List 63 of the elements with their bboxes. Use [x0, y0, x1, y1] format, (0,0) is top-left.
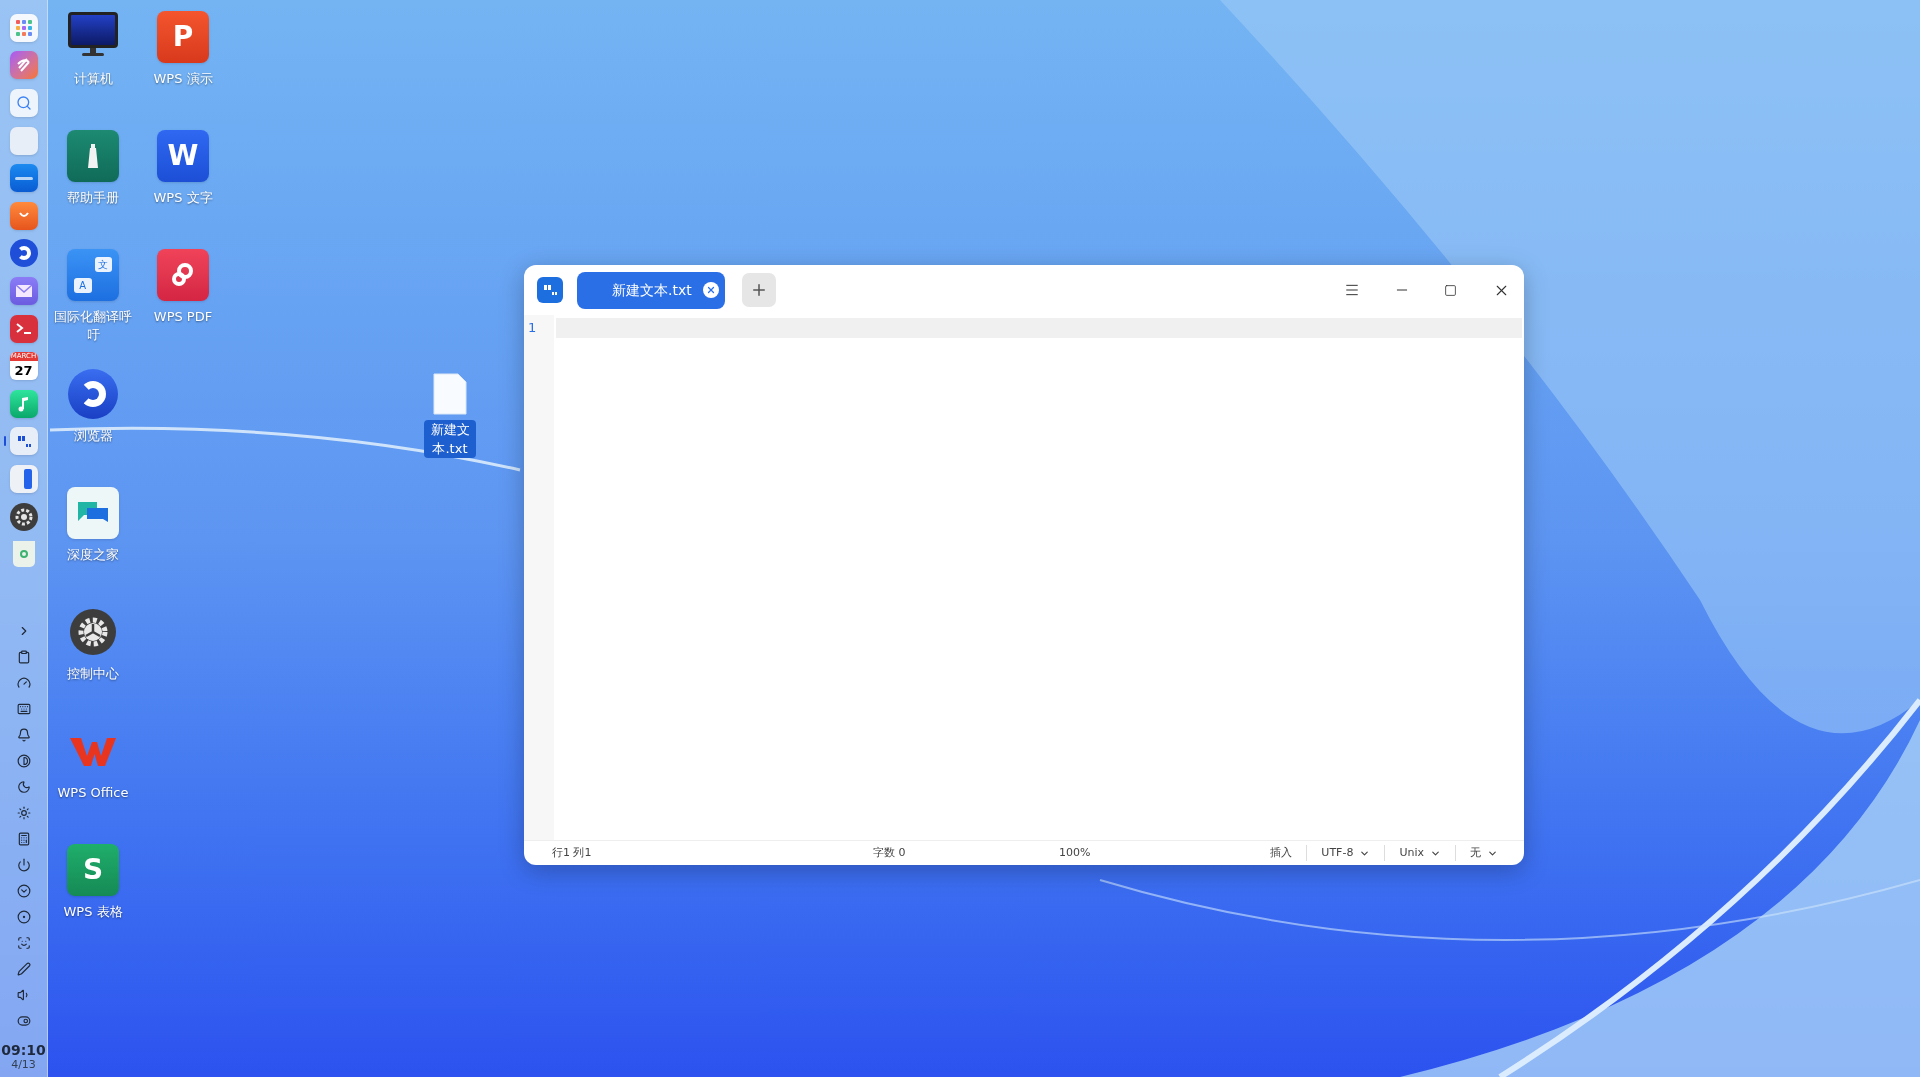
- plus-icon: [750, 281, 768, 299]
- status-text: 字数 0: [873, 844, 906, 861]
- search-icon[interactable]: [9, 89, 38, 117]
- status-text: 100%: [1059, 844, 1091, 861]
- lighthouse-icon[interactable]: [67, 130, 119, 182]
- chevron-circle-icon[interactable]: [16, 883, 31, 898]
- toggle-icon[interactable]: [16, 1013, 31, 1028]
- menu-icon[interactable]: [1344, 282, 1360, 298]
- document-icon[interactable]: [432, 372, 468, 416]
- desktop-icon-label[interactable]: WPS PDF: [139, 308, 227, 326]
- keyboard-icon[interactable]: [16, 701, 31, 716]
- bell-icon[interactable]: [16, 727, 31, 742]
- record-icon[interactable]: [16, 909, 31, 924]
- chat-bubbles-icon[interactable]: [67, 487, 119, 539]
- file-label[interactable]: 新建文本.txt: [424, 420, 476, 458]
- brightness-icon[interactable]: [16, 805, 31, 820]
- line-number: 1: [528, 319, 538, 337]
- moon-icon[interactable]: [16, 779, 31, 794]
- pen-icon[interactable]: [16, 961, 31, 976]
- translate-icon[interactable]: 文 A: [67, 249, 119, 301]
- swirl-app-icon[interactable]: [9, 51, 38, 80]
- status-dropdown[interactable]: UTF-8: [1321, 844, 1371, 862]
- close-tab-icon[interactable]: [703, 282, 719, 298]
- settings-icon[interactable]: [9, 502, 38, 531]
- pdf-app-icon[interactable]: [157, 249, 209, 301]
- screenshot-icon[interactable]: [16, 935, 31, 950]
- browser-icon[interactable]: [68, 369, 118, 419]
- file-tab[interactable]: 新建文本.txt: [577, 271, 725, 309]
- desktop-icon-label[interactable]: 控制中心: [49, 665, 137, 683]
- power-icon[interactable]: [16, 857, 31, 872]
- word-processor-icon[interactable]: W: [157, 130, 209, 182]
- keypad-icon[interactable]: [16, 831, 31, 846]
- clock-time: 09:10: [1, 1041, 46, 1058]
- desktop-icon-label[interactable]: 计算机: [49, 70, 137, 88]
- contrast-icon[interactable]: [16, 753, 31, 768]
- status-text: 插入: [1270, 844, 1293, 861]
- launcher-icon[interactable]: [9, 13, 38, 42]
- status-dropdown[interactable]: Unix: [1399, 844, 1441, 862]
- new-tab-button[interactable]: [742, 273, 776, 307]
- maximize-icon[interactable]: [1444, 283, 1457, 297]
- desktop-icon-label[interactable]: 帮助手册: [49, 189, 137, 207]
- spreadsheet-app-icon[interactable]: S: [67, 844, 119, 896]
- gauge-icon[interactable]: [16, 675, 31, 690]
- desktop-icon-label[interactable]: WPS 文字: [139, 189, 227, 207]
- text-editor-icon[interactable]: [9, 427, 38, 456]
- desktop-icon-label[interactable]: 浏览器: [49, 427, 137, 445]
- desktop-icon-label[interactable]: WPS 表格: [49, 903, 137, 921]
- music-note-icon[interactable]: [9, 389, 38, 418]
- app-logo-icon: [537, 277, 563, 303]
- presentation-app-icon[interactable]: P: [157, 11, 209, 63]
- desktop-icon-label[interactable]: 深度之家: [49, 546, 137, 564]
- clipboard-icon[interactable]: [16, 649, 31, 664]
- terminal-icon[interactable]: [9, 314, 38, 343]
- clock-date: 4/13: [11, 1057, 36, 1072]
- mail-icon[interactable]: [9, 276, 38, 305]
- calendar-day: 27: [9, 361, 38, 381]
- browser-icon[interactable]: [9, 239, 38, 268]
- desktop-icon-label[interactable]: 国际化翻译呼吁: [49, 308, 137, 344]
- status-text: 行1 列1: [552, 844, 592, 861]
- settings-icon[interactable]: [70, 609, 116, 655]
- desktop-icon-label[interactable]: WPS Office: [49, 784, 137, 802]
- status-dropdown[interactable]: 无: [1470, 844, 1498, 862]
- desktop-icon-label[interactable]: WPS 演示: [139, 70, 227, 88]
